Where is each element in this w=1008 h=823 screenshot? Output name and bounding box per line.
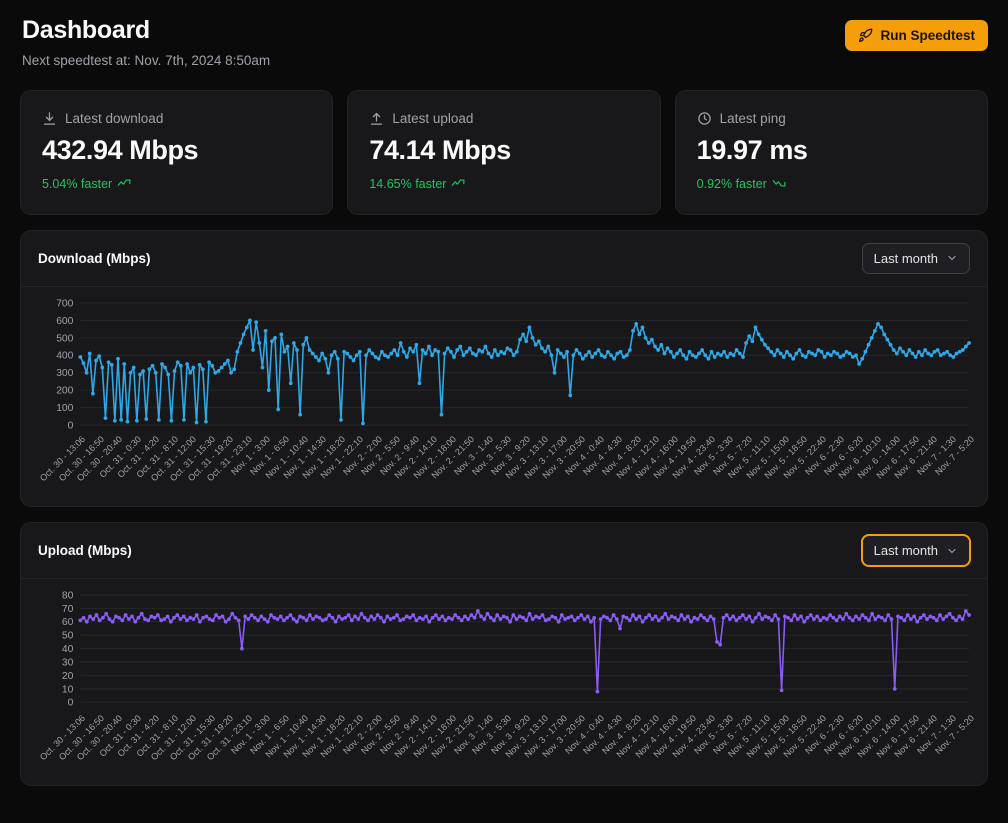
svg-text:300: 300 bbox=[56, 368, 73, 379]
stat-header: Latest ping bbox=[697, 111, 966, 126]
stat-delta: 5.04% faster bbox=[42, 176, 311, 193]
upload-x-axis: Oct. 30 - 13:06Oct. 30 - 16:50Oct. 30 - … bbox=[35, 713, 973, 783]
svg-text:200: 200 bbox=[56, 385, 73, 396]
stat-delta-label: 5.04% faster bbox=[42, 177, 112, 191]
range-select-download[interactable]: Last month bbox=[862, 243, 970, 274]
svg-text:700: 700 bbox=[56, 298, 73, 309]
stat-label: Latest ping bbox=[720, 111, 786, 126]
stat-label: Latest download bbox=[65, 111, 163, 126]
page-header: Dashboard Next speedtest at: Nov. 7th, 2… bbox=[20, 14, 988, 76]
svg-text:400: 400 bbox=[56, 350, 73, 361]
svg-text:50: 50 bbox=[62, 631, 74, 642]
stat-delta-label: 14.65% faster bbox=[369, 177, 446, 191]
svg-text:0: 0 bbox=[68, 698, 74, 709]
header-text-group: Dashboard Next speedtest at: Nov. 7th, 2… bbox=[22, 14, 270, 68]
stat-card-upload: Latest upload 74.14 Mbps 14.65% faster bbox=[347, 90, 660, 215]
svg-text:20: 20 bbox=[62, 671, 74, 682]
svg-text:80: 80 bbox=[62, 591, 74, 602]
svg-text:0: 0 bbox=[68, 420, 74, 431]
stat-value: 19.97 ms bbox=[697, 135, 966, 166]
chart-title: Download (Mbps) bbox=[38, 251, 150, 266]
download-icon bbox=[42, 111, 57, 126]
upload-icon bbox=[369, 111, 384, 126]
range-select-label: Last month bbox=[874, 543, 938, 558]
svg-text:100: 100 bbox=[56, 403, 73, 414]
svg-text:70: 70 bbox=[62, 604, 74, 615]
stat-value: 74.14 Mbps bbox=[369, 135, 638, 166]
next-speedtest-label: Next speedtest at: Nov. 7th, 2024 8:50am bbox=[22, 53, 270, 68]
chart-card-download: Download (Mbps) Last month 0 100 200 300 400… bbox=[20, 230, 988, 508]
page-title: Dashboard bbox=[22, 14, 270, 47]
chart-header: Download (Mbps) Last month bbox=[21, 231, 987, 287]
svg-text:40: 40 bbox=[62, 644, 74, 655]
stat-card-download: Latest download 432.94 Mbps 5.04% faster bbox=[20, 90, 333, 215]
clock-icon bbox=[697, 111, 712, 126]
chart-body-upload: 0 10 20 30 40 50 60 70 80 Oct. 30 - 13:06Oct. 30… bbox=[21, 579, 987, 784]
svg-text:10: 10 bbox=[62, 685, 74, 696]
stat-label: Latest upload bbox=[392, 111, 473, 126]
download-plot: 0 100 200 300 400 500 600 700 bbox=[35, 297, 973, 435]
trend-up-icon bbox=[451, 176, 465, 193]
chart-title: Upload (Mbps) bbox=[38, 543, 132, 558]
chart-header: Upload (Mbps) Last month bbox=[21, 523, 987, 579]
upload-plot: 0 10 20 30 40 50 60 70 80 bbox=[35, 589, 973, 712]
stat-delta: 14.65% faster bbox=[369, 176, 638, 193]
rocket-icon bbox=[858, 28, 873, 43]
run-speedtest-button[interactable]: Run Speedtest bbox=[845, 20, 988, 51]
trend-down-icon bbox=[772, 176, 786, 193]
stat-header: Latest upload bbox=[369, 111, 638, 126]
svg-text:30: 30 bbox=[62, 658, 74, 669]
svg-text:500: 500 bbox=[56, 333, 73, 344]
stat-card-ping: Latest ping 19.97 ms 0.92% faster bbox=[675, 90, 988, 215]
stat-header: Latest download bbox=[42, 111, 311, 126]
range-select-label: Last month bbox=[874, 251, 938, 266]
dashboard-page: Dashboard Next speedtest at: Nov. 7th, 2… bbox=[0, 0, 1008, 786]
stat-delta: 0.92% faster bbox=[697, 176, 966, 193]
svg-text:60: 60 bbox=[62, 618, 74, 629]
stats-row: Latest download 432.94 Mbps 5.04% faster bbox=[20, 90, 988, 215]
chart-card-upload: Upload (Mbps) Last month 0 10 20 30 40 50 60 70… bbox=[20, 522, 988, 785]
stat-value: 432.94 Mbps bbox=[42, 135, 311, 166]
chevron-down-icon bbox=[946, 545, 958, 557]
chevron-down-icon bbox=[946, 252, 958, 264]
chart-body-download: 0 100 200 300 400 500 600 700 Oct. 30 - 13:06Oc… bbox=[21, 287, 987, 507]
download-x-axis: Oct. 30 - 13:06Oct. 30 - 16:50Oct. 30 - … bbox=[35, 434, 973, 504]
trend-up-icon bbox=[117, 176, 131, 193]
range-select-upload[interactable]: Last month bbox=[862, 535, 970, 566]
svg-text:600: 600 bbox=[56, 315, 73, 326]
run-speedtest-label: Run Speedtest bbox=[880, 28, 975, 43]
stat-delta-label: 0.92% faster bbox=[697, 177, 767, 191]
